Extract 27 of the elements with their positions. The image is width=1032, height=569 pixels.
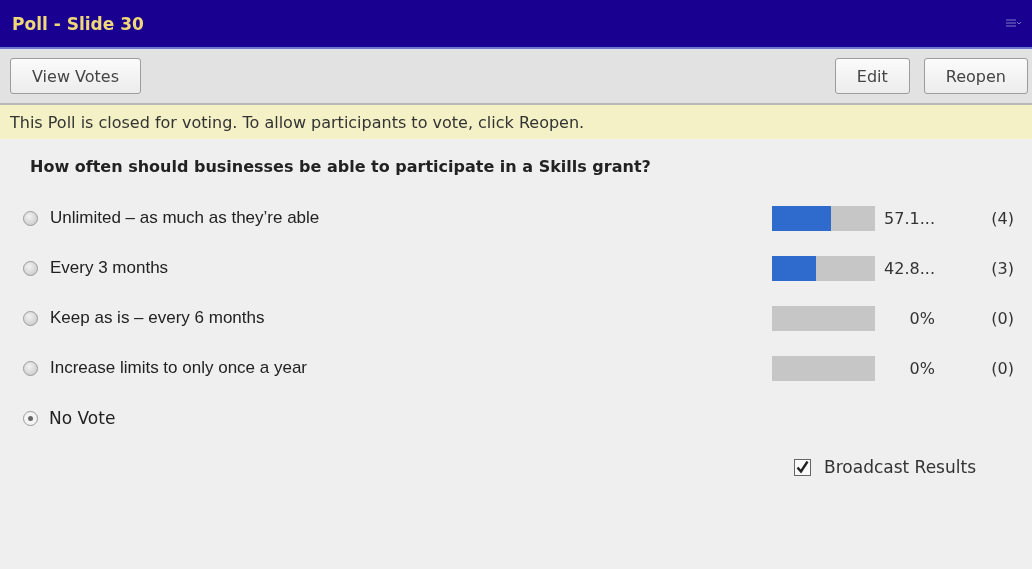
option-label: Keep as is – every 6 months: [50, 308, 266, 328]
radio-button[interactable]: [23, 360, 38, 376]
notice-banner: This Poll is closed for voting. To allow participants to vote, click Reopen.: [0, 105, 1032, 139]
radio-button[interactable]: [23, 310, 38, 326]
window-title: Poll - Slide 30: [12, 13, 144, 34]
toolbar-button[interactable]: Edit: [834, 58, 910, 94]
percent-text: 0%: [908, 358, 935, 378]
radio-button[interactable]: [23, 210, 38, 226]
radio-button[interactable]: [23, 410, 38, 426]
percent-text: 42.8...: [883, 258, 935, 278]
option-label: No Vote: [49, 408, 117, 428]
checkbox-label: Broadcast Results: [824, 457, 976, 477]
toolbar-button[interactable]: Reopen: [923, 58, 1028, 94]
vote-count: (4): [990, 208, 1014, 228]
vote-count: (0): [990, 308, 1014, 328]
vote-count: (3): [990, 258, 1014, 278]
percent-text: 0%: [908, 308, 935, 328]
vote-count: (0): [990, 358, 1014, 378]
option-label: Unlimited – as much as they’re able: [50, 208, 321, 228]
poll-question: How often should businesses be able to participate in a Skills grant?: [29, 156, 652, 178]
option-label: Every 3 months: [50, 258, 170, 278]
menu-icon[interactable]: [1006, 19, 1022, 28]
radio-button[interactable]: [23, 260, 38, 276]
toolbar-button[interactable]: View Votes: [10, 58, 141, 94]
option-label: Increase limits to only once a year: [50, 358, 308, 378]
percent-text: 57.1...: [883, 208, 935, 228]
checkbox[interactable]: [794, 458, 812, 476]
